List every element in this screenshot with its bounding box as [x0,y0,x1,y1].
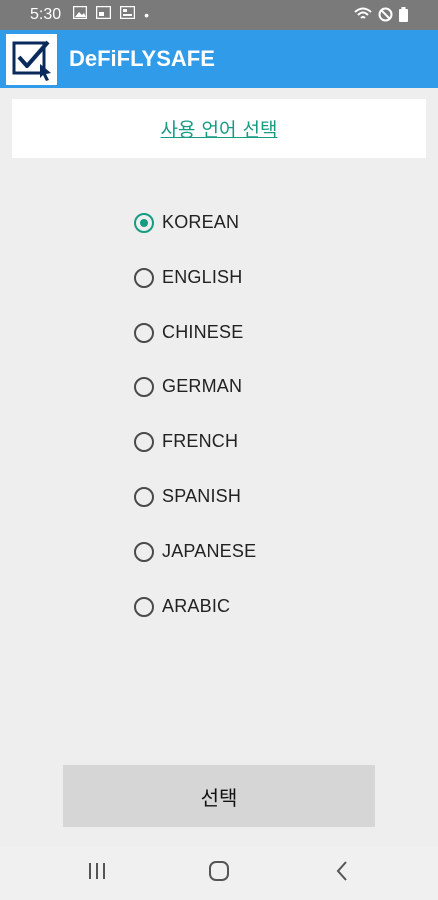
checkbox-cursor-logo-icon [6,33,57,85]
radio-spanish[interactable]: SPANISH [134,469,241,524]
radio-button[interactable] [134,596,154,617]
radio-label: SPANISH [162,486,242,506]
image-icon [72,5,88,24]
status-notification-icons: • [72,5,150,24]
cast-icon [95,5,112,24]
radio-label: JAPANESE [162,541,257,561]
radio-label: ENGLISH [162,267,243,287]
radio-button-checked[interactable] [134,212,154,233]
status-time: 5:30 [30,6,62,23]
battery-icon [399,7,408,27]
back-icon [335,860,349,887]
home-icon [208,860,230,887]
radio-label: FRENCH [162,431,239,451]
status-bar: 5:30 • [0,0,438,30]
radio-button[interactable] [134,541,154,562]
radio-chinese[interactable]: CHINESE [134,305,243,360]
card-icon [119,5,136,24]
app-title: DeFiFLYSAFE [69,46,215,71]
radio-label: KOREAN [162,212,240,232]
page-title: 사용 언어 선택 [160,119,278,141]
wifi-icon [354,7,372,27]
radio-english[interactable]: ENGLISH [134,250,242,305]
radio-japanese[interactable]: JAPANESE [134,524,256,579]
back-button[interactable] [312,846,372,900]
radio-label: ARABIC [162,596,231,616]
radio-dot [140,218,148,227]
status-system-icons [354,7,408,27]
radio-button[interactable] [134,322,154,343]
radio-german[interactable]: GERMAN [134,359,242,414]
radio-arabic[interactable]: ARABIC [134,579,230,634]
recent-apps-button[interactable] [67,846,127,900]
radio-label: CHINESE [162,322,244,342]
notification-dot: • [144,7,150,23]
radio-korean[interactable]: KOREAN [134,195,239,250]
system-nav-bar [0,846,438,900]
radio-button[interactable] [134,267,154,288]
radio-french[interactable]: FRENCH [134,414,238,469]
app-bar: DeFiFLYSAFE [0,30,438,88]
recent-apps-icon [87,862,107,885]
radio-button[interactable] [134,431,154,452]
home-button[interactable] [189,846,249,900]
language-header-card: 사용 언어 선택 [12,99,426,158]
do-not-disturb-icon [378,7,393,27]
radio-label: GERMAN [162,376,243,396]
radio-button[interactable] [134,376,154,397]
select-button[interactable]: 선택 [63,765,375,827]
radio-button[interactable] [134,486,154,507]
